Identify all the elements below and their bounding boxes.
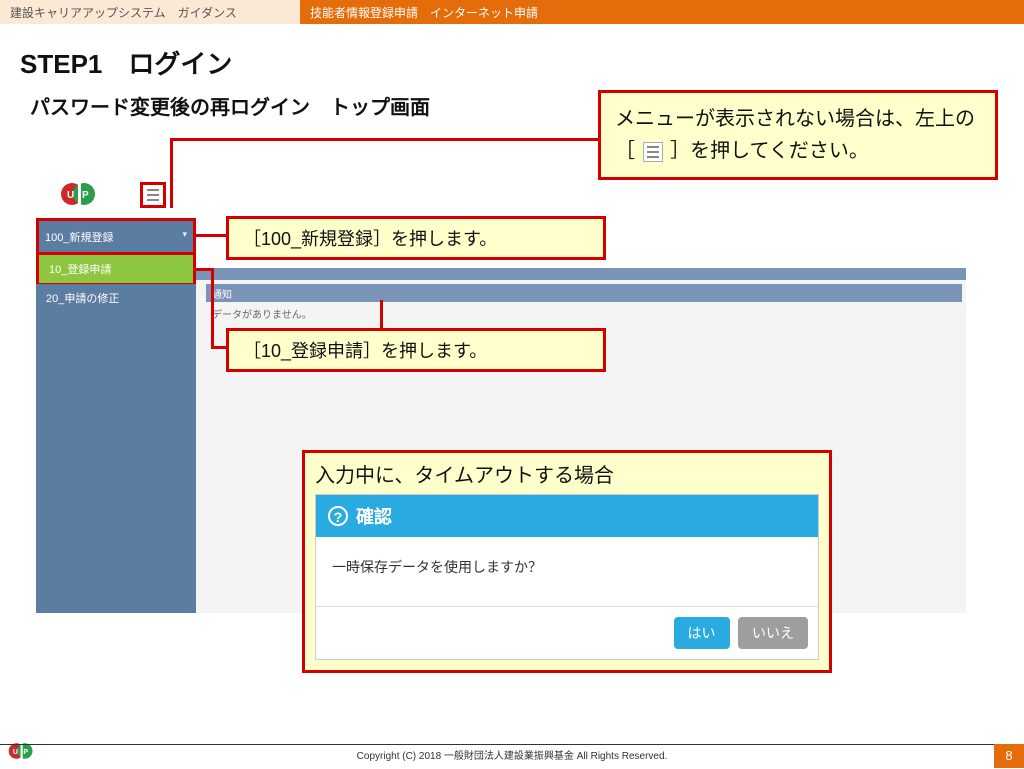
svg-text:U: U xyxy=(67,190,74,201)
notice-bar: 通知 xyxy=(206,284,962,302)
sidebar-menu-100: 100_新規登録 xyxy=(36,218,196,256)
question-icon: ? xyxy=(328,506,348,526)
connector-line xyxy=(380,300,383,330)
modal-header: ? 確認 xyxy=(316,495,818,537)
notice-empty-text: データがありません。 xyxy=(212,306,312,321)
callout-press-100: ［100_新規登録］を押します。 xyxy=(226,216,606,260)
confirm-modal: ? 確認 一時保存データを使用しますか？ はい いいえ xyxy=(315,494,819,660)
no-button[interactable]: いいえ xyxy=(738,617,808,649)
connector-line xyxy=(211,346,229,349)
callout-menu-hint-after: ］を押してください。 xyxy=(670,140,869,162)
connector-line xyxy=(170,138,598,141)
app-logo: U P xyxy=(60,180,100,208)
sidebar-item-10-apply[interactable]: 10_登録申請 xyxy=(39,255,193,283)
page-number: 8 xyxy=(994,744,1024,768)
doc-header-left: 建設キャリアアップシステム ガイダンス xyxy=(0,0,300,24)
sidebar-item-20-edit[interactable]: 20_申請の修正 xyxy=(36,284,196,312)
footer-copyright: Copyright (C) 2018 一般財団法人建設業振興基金 All Rig… xyxy=(0,744,1024,768)
modal-header-text: 確認 xyxy=(356,503,392,529)
modal-body: 一時保存データを使用しますか？ xyxy=(316,537,818,607)
callout-press-10: ［10_登録申請］を押します。 xyxy=(226,328,606,372)
connector-line xyxy=(196,234,226,237)
main-banner xyxy=(196,268,966,280)
yes-button[interactable]: はい xyxy=(674,617,730,649)
sidebar-menu-10: 10_登録申請 xyxy=(36,252,196,286)
hamburger-button[interactable] xyxy=(140,182,166,208)
connector-line xyxy=(211,268,214,346)
timeout-title: 入力中に、タイムアウトする場合 xyxy=(315,459,819,488)
step-title: STEP1 ログイン xyxy=(20,44,1024,81)
svg-text:P: P xyxy=(82,190,89,201)
hamburger-icon xyxy=(643,142,663,162)
doc-header: 建設キャリアアップシステム ガイダンス 技能者情報登録申請 インターネット申請 xyxy=(0,0,1024,24)
modal-footer: はい いいえ xyxy=(316,607,818,659)
timeout-callout: 入力中に、タイムアウトする場合 ? 確認 一時保存データを使用しますか？ はい … xyxy=(302,450,832,673)
doc-header-right: 技能者情報登録申請 インターネット申請 xyxy=(300,0,1024,24)
callout-menu-hint: メニューが表示されない場合は、左上の［ ］を押してください。 xyxy=(598,90,998,180)
sidebar-item-100-new[interactable]: 100_新規登録 xyxy=(39,221,193,253)
